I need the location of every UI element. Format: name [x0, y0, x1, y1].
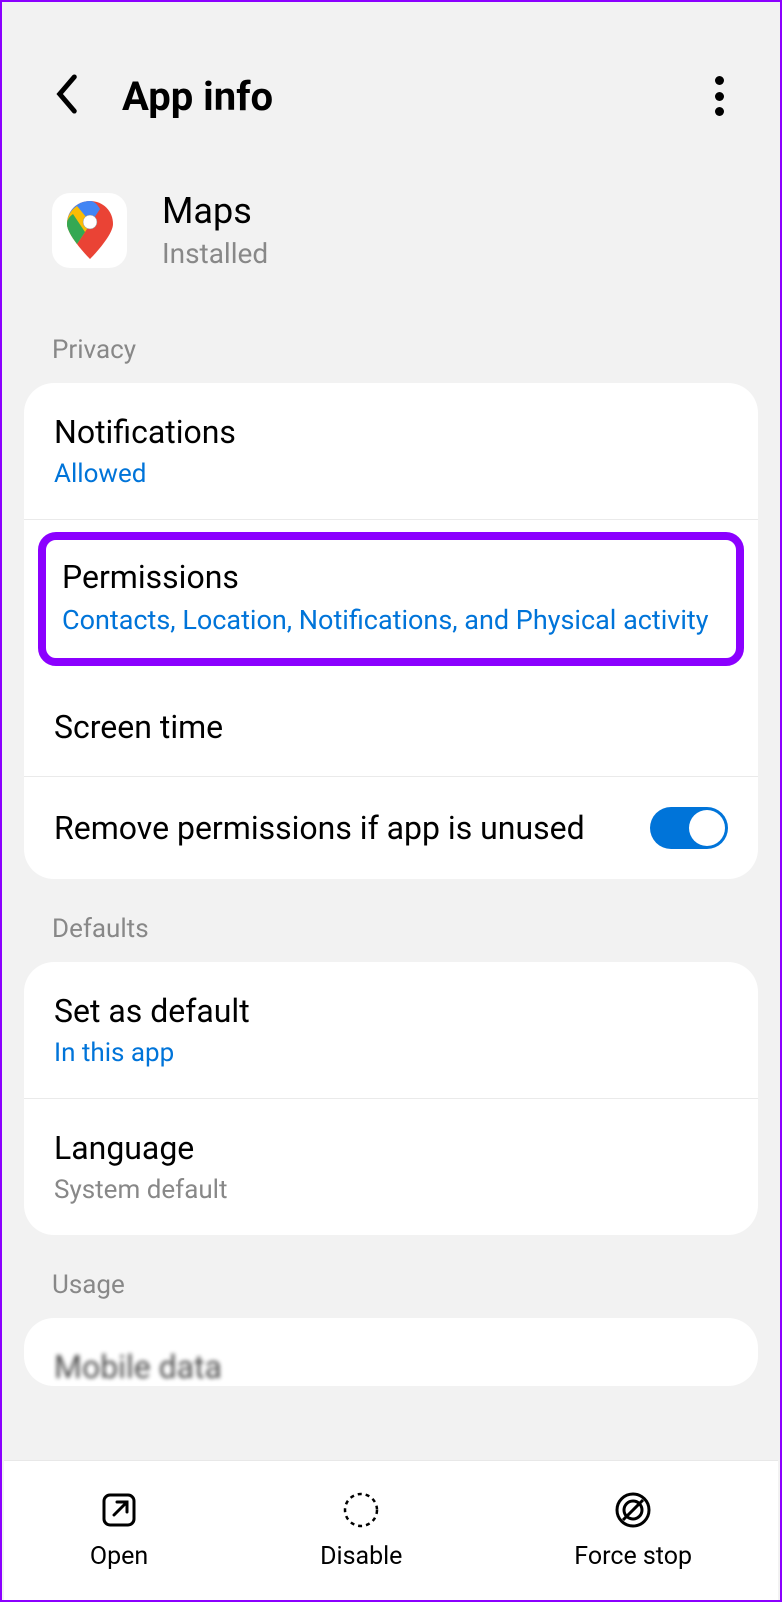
force-stop-label: Force stop	[574, 1542, 692, 1571]
remove-permissions-title: Remove permissions if app is unused	[54, 809, 650, 847]
language-row[interactable]: Language System default	[24, 1099, 758, 1235]
open-label: Open	[90, 1542, 148, 1571]
open-button[interactable]: Open	[90, 1490, 148, 1571]
notifications-title: Notifications	[54, 413, 728, 451]
app-icon	[52, 193, 127, 268]
more-options-icon[interactable]	[715, 76, 725, 116]
screentime-title: Screen time	[54, 708, 728, 746]
page-title: App info	[122, 73, 715, 120]
mobile-data-title: Mobile data	[54, 1348, 728, 1386]
permissions-value: Contacts, Location, Notifications, and P…	[62, 604, 720, 636]
disable-icon	[341, 1490, 381, 1530]
app-status: Installed	[162, 237, 268, 270]
remove-permissions-row[interactable]: Remove permissions if app is unused	[24, 777, 758, 879]
usage-card: Mobile data	[24, 1318, 758, 1386]
header: App info	[2, 2, 780, 160]
defaults-card: Set as default In this app Language Syst…	[24, 962, 758, 1235]
privacy-card: Notifications Allowed Permissions Contac…	[24, 383, 758, 879]
section-label-usage: Usage	[2, 1235, 780, 1318]
language-value: System default	[54, 1175, 728, 1205]
set-default-title: Set as default	[54, 992, 728, 1030]
set-default-row[interactable]: Set as default In this app	[24, 962, 758, 1099]
notifications-row[interactable]: Notifications Allowed	[24, 383, 758, 520]
section-label-defaults: Defaults	[2, 879, 780, 962]
force-stop-icon	[613, 1490, 653, 1530]
notifications-value: Allowed	[54, 459, 728, 489]
disable-button[interactable]: Disable	[320, 1490, 402, 1571]
bottom-nav: Open Disable Force stop	[4, 1460, 778, 1600]
language-title: Language	[54, 1129, 728, 1167]
app-name: Maps	[162, 190, 268, 232]
remove-permissions-toggle[interactable]	[650, 807, 728, 849]
open-icon	[99, 1490, 139, 1530]
permissions-title: Permissions	[62, 558, 720, 596]
back-icon[interactable]	[52, 72, 122, 120]
screentime-row[interactable]: Screen time	[24, 678, 758, 777]
mobile-data-row[interactable]: Mobile data	[24, 1318, 758, 1386]
permissions-row[interactable]: Permissions Contacts, Location, Notifica…	[38, 532, 744, 666]
set-default-value: In this app	[54, 1038, 728, 1068]
disable-label: Disable	[320, 1542, 402, 1571]
force-stop-button[interactable]: Force stop	[574, 1490, 692, 1571]
app-header: Maps Installed	[2, 160, 780, 300]
section-label-privacy: Privacy	[2, 300, 780, 383]
